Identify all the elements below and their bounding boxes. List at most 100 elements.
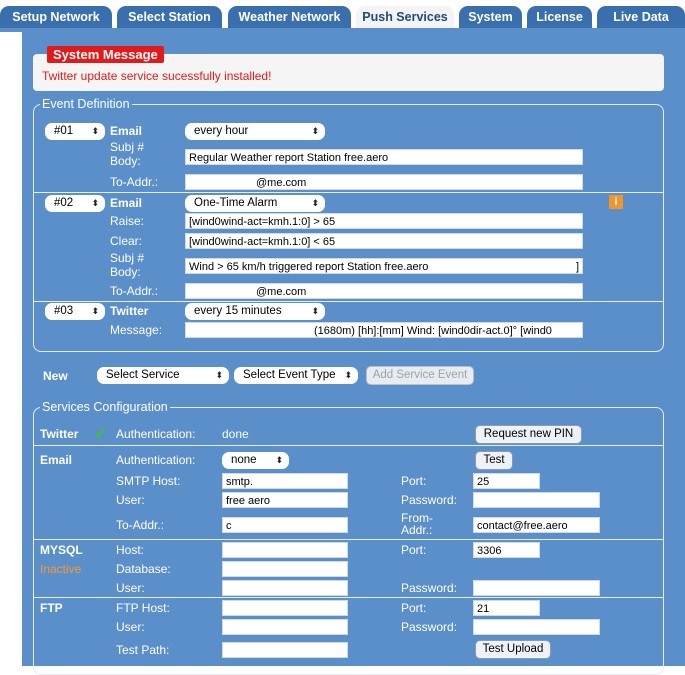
ftp-password-label: Password: bbox=[401, 620, 458, 634]
event-definition-legend: Event Definition bbox=[42, 97, 130, 111]
raise-label: Raise: bbox=[110, 214, 145, 228]
service-separator bbox=[34, 597, 663, 598]
email-auth-select[interactable]: none ⬍ bbox=[222, 452, 289, 469]
event-number-select-01[interactable]: #01 ⬍ bbox=[45, 123, 105, 140]
mysql-user-label: User: bbox=[116, 581, 145, 595]
service-separator bbox=[34, 539, 663, 540]
main-panel: System Message Twitter update service su… bbox=[22, 30, 685, 675]
request-new-pin-button[interactable]: Request new PIN bbox=[475, 425, 582, 444]
ftp-port-input[interactable]: 21 bbox=[473, 600, 540, 616]
system-message-title: System Message bbox=[47, 46, 164, 63]
body-label-02: Body: bbox=[110, 265, 141, 279]
body-text-02: Wind > 65 km/h triggered report Station … bbox=[189, 261, 429, 273]
event-number-select-03[interactable]: #03 ⬍ bbox=[45, 303, 105, 320]
select-arrow-icon: ⬍ bbox=[91, 306, 99, 316]
mysql-database-input[interactable] bbox=[222, 561, 348, 577]
mysql-user-input[interactable] bbox=[222, 580, 348, 596]
email-auth-label: Authentication: bbox=[116, 453, 196, 467]
event-type-02: Email bbox=[110, 196, 143, 210]
ftp-test-path-input[interactable] bbox=[222, 642, 348, 658]
subj-label-02: Subj # bbox=[110, 251, 145, 265]
select-arrow-icon: ⬍ bbox=[215, 370, 223, 380]
email-to-addr-input[interactable]: c bbox=[222, 517, 348, 533]
ftp-host-label: FTP Host: bbox=[116, 601, 170, 615]
email-to-addr-label: To-Addr.: bbox=[116, 518, 165, 532]
event-number-select-02[interactable]: #02 ⬍ bbox=[45, 195, 105, 212]
event-type-01: Email bbox=[110, 124, 143, 138]
twitter-service-label: Twitter bbox=[40, 427, 79, 441]
mysql-password-input[interactable] bbox=[473, 580, 600, 596]
tab-system[interactable]: System bbox=[459, 6, 522, 30]
event-frequency-select-01[interactable]: every hour ⬍ bbox=[185, 123, 325, 140]
ftp-port-label: Port: bbox=[401, 601, 427, 615]
to-addr-input-01[interactable]: @me.com bbox=[185, 174, 583, 190]
smtp-host-input[interactable]: smtp. bbox=[222, 473, 348, 489]
smtp-host-label: SMTP Host: bbox=[116, 474, 181, 488]
email-test-button[interactable]: Test bbox=[475, 451, 513, 470]
mysql-service-label: MYSQL bbox=[40, 543, 83, 557]
event-frequency-select-02[interactable]: One-Time Alarm ⬍ bbox=[185, 195, 325, 212]
email-user-input[interactable]: free aero bbox=[222, 492, 348, 508]
tab-license[interactable]: License bbox=[527, 6, 592, 30]
tab-live-data[interactable]: Live Data bbox=[597, 6, 685, 30]
select-event-type-dropdown[interactable]: Select Event Type ⬍ bbox=[234, 367, 358, 384]
add-service-event-button[interactable]: Add Service Event bbox=[366, 366, 474, 385]
body-input-01[interactable]: Regular Weather report Station free.aero bbox=[185, 149, 583, 165]
mysql-port-input[interactable]: 3306 bbox=[473, 542, 540, 558]
test-upload-button[interactable]: Test Upload bbox=[475, 640, 551, 659]
tab-push-services[interactable]: Push Services bbox=[356, 6, 454, 30]
new-label: New bbox=[43, 369, 68, 383]
email-user-label: User: bbox=[116, 493, 145, 507]
email-from-addr-label: From- Addr.: bbox=[401, 512, 433, 536]
to-addr-input-02[interactable]: @me.com bbox=[185, 283, 583, 299]
info-icon[interactable]: i bbox=[609, 195, 623, 209]
clear-label: Clear: bbox=[110, 234, 143, 248]
select-arrow-icon: ⬍ bbox=[275, 455, 283, 465]
tab-setup-network[interactable]: Setup Network bbox=[0, 6, 112, 30]
email-password-input[interactable] bbox=[473, 492, 600, 508]
system-message-box: System Message Twitter update service su… bbox=[33, 46, 664, 91]
mysql-password-label: Password: bbox=[401, 581, 458, 595]
twitter-auth-value: done bbox=[222, 427, 249, 441]
select-arrow-icon: ⬍ bbox=[91, 126, 99, 136]
check-icon: ✔ bbox=[94, 426, 108, 443]
mysql-database-label: Database: bbox=[116, 562, 171, 576]
raise-input[interactable]: [wind0wind-act=kmh.1:0] > 65 bbox=[185, 213, 583, 229]
email-from-addr-input[interactable]: contact@free.aero bbox=[473, 517, 600, 533]
mysql-status: Inactive bbox=[40, 562, 82, 576]
from-label-line-2: Addr.: bbox=[401, 523, 433, 537]
ftp-user-input[interactable] bbox=[222, 619, 348, 635]
select-arrow-icon: ⬍ bbox=[311, 306, 319, 316]
event-separator bbox=[34, 192, 663, 193]
to-addr-label-01: To-Addr.: bbox=[110, 175, 159, 189]
event-separator bbox=[34, 301, 663, 302]
ftp-test-path-label: Test Path: bbox=[116, 643, 170, 657]
tab-weather-network[interactable]: Weather Network bbox=[228, 6, 351, 30]
event-frequency-select-03[interactable]: every 15 minutes ⬍ bbox=[185, 303, 325, 320]
system-message-text: Twitter update service sucessfully insta… bbox=[42, 69, 272, 83]
select-arrow-icon: ⬍ bbox=[344, 370, 352, 380]
mysql-port-label: Port: bbox=[401, 543, 427, 557]
ftp-user-label: User: bbox=[116, 620, 145, 634]
body-input-02[interactable]: Wind > 65 km/h triggered report Station … bbox=[185, 258, 583, 274]
email-port-input[interactable]: 25 bbox=[473, 473, 540, 489]
subj-label-01: Subj # bbox=[110, 140, 145, 154]
ftp-service-label: FTP bbox=[40, 601, 63, 615]
email-password-label: Password: bbox=[401, 493, 458, 507]
ftp-password-input[interactable] bbox=[473, 619, 600, 635]
select-arrow-icon: ⬍ bbox=[91, 198, 99, 208]
mysql-host-input[interactable] bbox=[222, 542, 348, 558]
to-addr-label-02: To-Addr.: bbox=[110, 284, 159, 298]
event-type-03: Twitter bbox=[110, 304, 149, 318]
select-arrow-icon: ⬍ bbox=[311, 126, 319, 136]
push-services-page: Setup Network Select Station Weather Net… bbox=[0, 0, 685, 675]
tab-bar: Setup Network Select Station Weather Net… bbox=[0, 0, 685, 32]
clear-input[interactable]: [wind0wind-act=kmh.1:0] < 65 bbox=[185, 233, 583, 249]
twitter-auth-label: Authentication: bbox=[116, 427, 196, 441]
tab-select-station[interactable]: Select Station bbox=[117, 6, 222, 30]
body-tail-02: ] bbox=[575, 261, 579, 273]
message-input[interactable]: (1680m) [hh]:[mm] Wind: [wind0dir-act.0]… bbox=[185, 322, 583, 338]
select-service-dropdown[interactable]: Select Service ⬍ bbox=[97, 367, 229, 384]
ftp-host-input[interactable] bbox=[222, 600, 348, 616]
select-arrow-icon: ⬍ bbox=[311, 198, 319, 208]
